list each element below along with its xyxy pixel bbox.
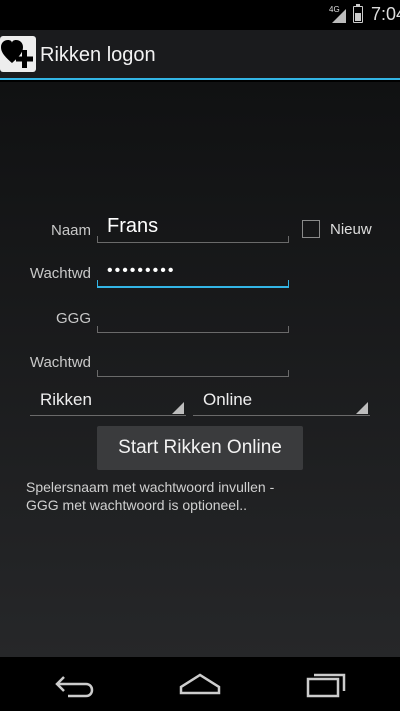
home-icon[interactable] (178, 671, 222, 699)
ggg-field[interactable] (97, 307, 289, 333)
wachtwd-label: Wachtwd (29, 265, 91, 282)
back-icon[interactable] (54, 671, 96, 699)
naam-field[interactable]: Frans (97, 215, 289, 243)
naam-label: Naam (50, 222, 91, 239)
mode-spinner-value: Online (203, 390, 253, 409)
nieuw-label: Nieuw (330, 221, 372, 238)
ggg-wachtwd-label: Wachtwd (29, 354, 91, 371)
signal-icon (332, 9, 346, 23)
battery-icon (353, 4, 363, 23)
wachtwd-field[interactable]: ••••••••• (97, 262, 289, 288)
wachtwd-value: ••••••••• (107, 262, 176, 279)
spinner-arrow-icon (172, 402, 184, 414)
clock: 7:04 (371, 4, 400, 24)
hint-line-2: GGG met wachtwoord is optioneel.. (26, 497, 247, 513)
logon-form: Naam Frans Nieuw Wachtwd ••••••••• GGG W… (0, 82, 400, 657)
hint-text: Spelersnaam met wachtwoord invullen - GG… (26, 478, 376, 514)
recents-icon[interactable] (304, 671, 346, 699)
ggg-label: GGG (55, 310, 91, 327)
start-button[interactable]: Start Rikken Online (97, 426, 303, 470)
ggg-wachtwd-field[interactable] (97, 351, 289, 377)
heart-plus-icon[interactable] (0, 36, 36, 72)
naam-value: Frans (107, 215, 159, 237)
hint-line-1: Spelersnaam met wachtwoord invullen - (26, 479, 275, 495)
mode-spinner[interactable]: Online (193, 390, 370, 416)
spinner-arrow-icon (356, 402, 368, 414)
app-title: Rikken logon (40, 44, 156, 66)
nieuw-checkbox[interactable] (302, 220, 320, 238)
game-spinner-value: Rikken (40, 390, 92, 409)
game-spinner[interactable]: Rikken (30, 390, 186, 416)
status-bar: 4G 7:04 (0, 0, 400, 30)
action-bar: Rikken logon (0, 30, 400, 80)
navigation-bar (0, 657, 400, 711)
